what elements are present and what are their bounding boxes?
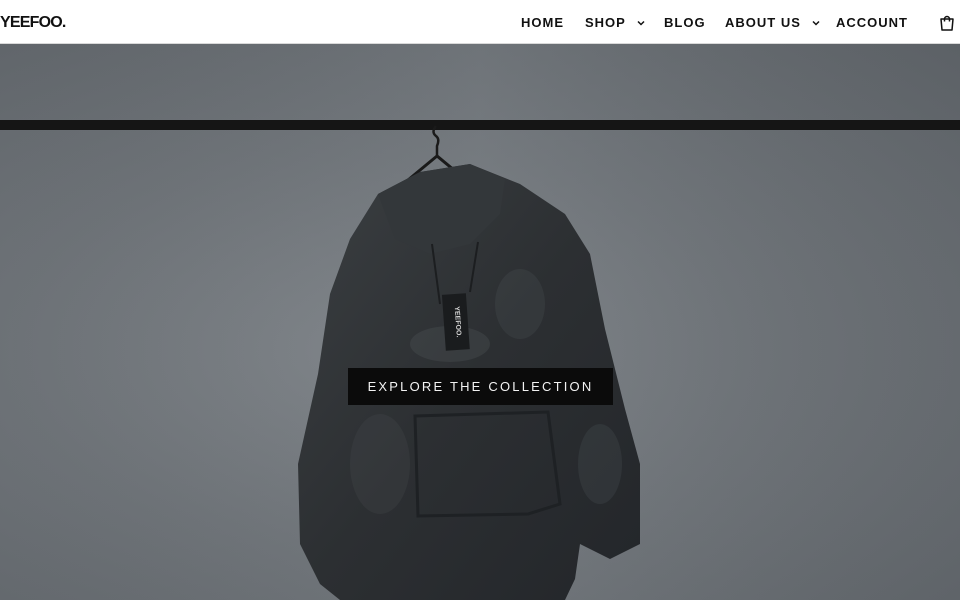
nav-shop[interactable]: SHOP [585,15,646,30]
nav-account-label: ACCOUNT [836,15,908,30]
chevron-down-icon [637,20,645,26]
nav-home[interactable]: HOME [521,15,564,30]
hero-banner: YEEFOO. EXPLORE THE COLLECTION [0,44,960,600]
explore-collection-button[interactable]: EXPLORE THE COLLECTION [348,368,613,405]
nav-account[interactable]: ACCOUNT [836,15,908,30]
site-header: YEEFOO. HOME SHOP BLOG ABOUT US ACCOUNT [0,0,960,44]
nav-about-us[interactable]: ABOUT US [725,15,821,30]
nav-home-label: HOME [521,15,564,30]
nav-blog[interactable]: BLOG [664,15,706,30]
clothing-rail [0,120,960,130]
nav-about-label: ABOUT US [725,15,801,30]
hang-tag: YEEFOO. [441,293,470,351]
chevron-down-icon [812,20,820,26]
logo[interactable]: YEEFOO. [0,14,66,32]
hero-image: YEEFOO. [0,44,960,600]
nav-shop-label: SHOP [585,15,626,30]
nav-blog-label: BLOG [664,15,706,30]
shopping-bag-icon[interactable] [938,14,956,32]
